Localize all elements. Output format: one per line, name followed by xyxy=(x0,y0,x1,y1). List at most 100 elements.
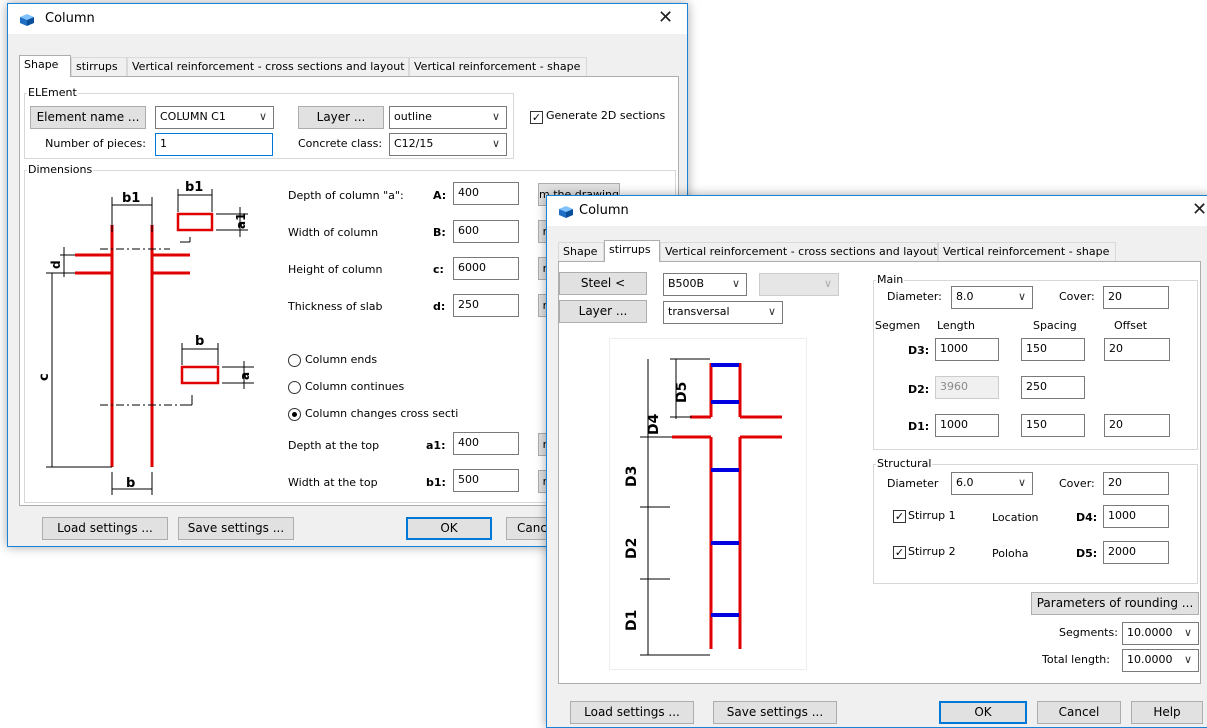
seg-d2-label: D2: xyxy=(908,383,930,396)
concrete-class-value: C12/15 xyxy=(394,137,434,150)
element-name-button[interactable]: Element name ... xyxy=(30,106,146,129)
column-ends-radio[interactable] xyxy=(288,354,301,367)
concrete-class-select[interactable]: C12/15 ∨ xyxy=(389,133,507,156)
width-top-input[interactable]: 500 xyxy=(453,469,519,492)
diameter-select[interactable]: 8.0 ∨ xyxy=(951,286,1033,309)
slab-d-code: d: xyxy=(433,300,446,313)
depth-top-input[interactable]: 400 xyxy=(453,432,519,455)
col-length: Length xyxy=(937,319,975,332)
segments-value: 10.0000 xyxy=(1127,626,1173,639)
layer-button[interactable]: Layer ... xyxy=(298,106,384,129)
seg-d1-length[interactable]: 1000 xyxy=(935,414,999,437)
chevron-down-icon: ∨ xyxy=(491,137,500,150)
slab-d-input[interactable]: 250 xyxy=(453,294,519,317)
close-icon[interactable]: ✕ xyxy=(658,7,673,28)
drawing-label-d1: D1 xyxy=(624,610,640,631)
column-changes-radio[interactable] xyxy=(288,408,301,421)
drawing-label-b1-rect: b1 xyxy=(185,180,203,195)
seg-d3-offset[interactable]: 20 xyxy=(1104,338,1170,361)
segments-label: Segments: xyxy=(1059,626,1118,639)
chevron-down-icon: ∨ xyxy=(1017,476,1026,489)
chevron-down-icon: ∨ xyxy=(823,277,832,290)
column-shape-svg: b1 b1 a1 d c b a b xyxy=(37,180,254,495)
drawing-label-d4: D4 xyxy=(646,413,662,435)
stirrup2-label: Stirrup 2 xyxy=(908,545,956,558)
steel-grade-select[interactable]: ∨ xyxy=(759,273,839,296)
layer-select[interactable]: outline ∨ xyxy=(389,106,507,129)
seg-d1-spacing[interactable]: 150 xyxy=(1021,414,1085,437)
drawing-label-a: a xyxy=(238,372,252,380)
height-c-label: Height of column xyxy=(288,263,383,276)
s-cover-input[interactable]: 20 xyxy=(1103,472,1169,495)
parameters-of-rounding-button[interactable]: Parameters of rounding ... xyxy=(1031,592,1199,615)
layer-value: transversal xyxy=(668,305,730,318)
s-diameter-select[interactable]: 6.0 ∨ xyxy=(951,472,1033,495)
steel-select[interactable]: B500B ∨ xyxy=(663,273,747,296)
structural-group-label: Structural xyxy=(876,457,933,470)
diameter-value: 8.0 xyxy=(956,290,974,303)
ok-button[interactable]: OK xyxy=(406,517,492,540)
chevron-down-icon: ∨ xyxy=(491,110,500,123)
column-app-icon xyxy=(559,206,573,218)
d4-input[interactable]: 1000 xyxy=(1103,505,1169,528)
column-continues-label: Column continues xyxy=(305,380,405,393)
column-dialog-front: Column ✕ Shape stirrups Vertical reinfor… xyxy=(546,195,1207,728)
segments-select[interactable]: 10.0000 ∨ xyxy=(1122,622,1199,645)
tab-stirrups[interactable]: stirrups xyxy=(71,57,127,76)
tab-vertical-shape[interactable]: Vertical reinforcement - shape xyxy=(938,242,1116,261)
tab-vertical-cross-sections[interactable]: Vertical reinforcement - cross sections … xyxy=(660,242,938,261)
location-label: Location xyxy=(992,511,1039,524)
layer-select[interactable]: transversal ∨ xyxy=(663,301,783,324)
d4-label: D4: xyxy=(1076,511,1098,524)
save-settings-button[interactable]: Save settings ... xyxy=(713,701,837,724)
tab-stirrups[interactable]: stirrups xyxy=(604,240,660,262)
drawing-label-b-rect: b xyxy=(195,334,204,349)
seg-d3-length[interactable]: 1000 xyxy=(935,338,999,361)
column-continues-radio[interactable] xyxy=(288,381,301,394)
generate-2d-label: Generate 2D sections xyxy=(546,109,666,122)
num-pieces-input[interactable]: 1 xyxy=(155,133,273,156)
stirrup2-checkbox[interactable]: ✓ xyxy=(893,546,906,559)
tab-vertical-cross-sections[interactable]: Vertical reinforcement - cross sections … xyxy=(127,57,409,76)
help-button[interactable]: Help xyxy=(1131,701,1203,724)
close-icon[interactable]: ✕ xyxy=(1192,199,1207,220)
seg-d3-spacing[interactable]: 150 xyxy=(1021,338,1085,361)
depth-top-label: Depth at the top xyxy=(288,439,380,452)
layer-button[interactable]: Layer ... xyxy=(559,300,647,323)
tab-shape[interactable]: Shape xyxy=(19,55,71,77)
seg-d2-spacing[interactable]: 250 xyxy=(1021,376,1085,399)
drawing-label-b-bottom: b xyxy=(126,476,135,491)
width-b-input[interactable]: 600 xyxy=(453,220,519,243)
stirrup1-checkbox[interactable]: ✓ xyxy=(893,510,906,523)
width-b-label: Width of column xyxy=(288,226,379,239)
tab-vertical-shape[interactable]: Vertical reinforcement - shape xyxy=(409,57,587,76)
concrete-class-label: Concrete class: xyxy=(298,137,383,150)
tab-shape[interactable]: Shape xyxy=(558,242,604,261)
slab-d-label: Thickness of slab xyxy=(288,300,383,313)
col-spacing: Spacing xyxy=(1033,319,1077,332)
height-c-input[interactable]: 6000 xyxy=(453,257,519,280)
window-title: Column xyxy=(579,203,629,218)
save-settings-button[interactable]: Save settings ... xyxy=(178,517,294,540)
seg-d1-label: D1: xyxy=(908,420,930,433)
cover-input[interactable]: 20 xyxy=(1103,286,1169,309)
poloha-label: Poloha xyxy=(992,547,1029,560)
drawing-label-d3: D3 xyxy=(624,466,640,487)
drawing-label-b1-top: b1 xyxy=(122,191,140,206)
element-name-select[interactable]: COLUMN C1 ∨ xyxy=(155,106,274,129)
load-settings-button[interactable]: Load settings ... xyxy=(42,517,168,540)
column-app-icon xyxy=(20,14,34,26)
d5-input[interactable]: 2000 xyxy=(1103,541,1169,564)
depth-a-input[interactable]: 400 xyxy=(453,182,519,205)
cancel-button[interactable]: Cancel xyxy=(1037,701,1121,724)
generate-2d-checkbox[interactable]: ✓ xyxy=(530,111,543,124)
seg-d1-offset[interactable]: 20 xyxy=(1104,414,1170,437)
steel-button[interactable]: Steel < xyxy=(559,272,647,295)
load-settings-button[interactable]: Load settings ... xyxy=(570,701,694,724)
ok-button[interactable]: OK xyxy=(939,701,1027,724)
seg-d2-length: 3960 xyxy=(935,376,999,399)
total-length-select[interactable]: 10.0000 ∨ xyxy=(1122,649,1199,672)
chevron-down-icon: ∨ xyxy=(258,110,267,123)
seg-d3-label: D3: xyxy=(908,344,930,357)
s-diameter-value: 6.0 xyxy=(956,476,974,489)
